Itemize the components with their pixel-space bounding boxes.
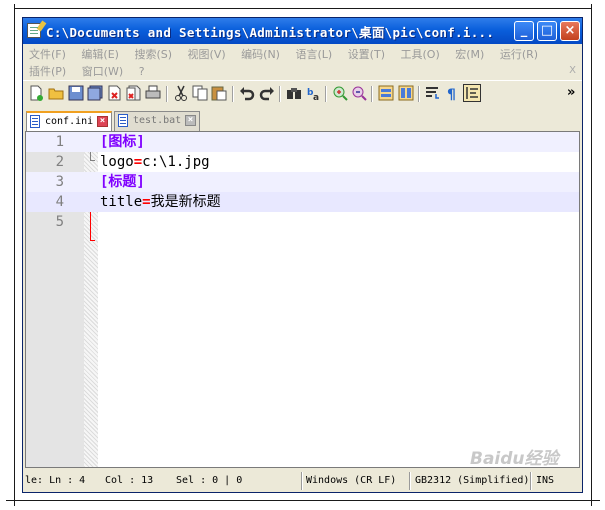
status-separator bbox=[409, 472, 411, 490]
file-icon bbox=[118, 114, 128, 127]
ini-equals: = bbox=[133, 154, 143, 170]
status-eol: Windows (CR LF) bbox=[306, 475, 397, 486]
undo-icon[interactable] bbox=[239, 85, 255, 101]
open-file-icon[interactable] bbox=[48, 85, 64, 101]
status-position: le: Ln : 4 bbox=[25, 475, 86, 486]
menu-run[interactable]: 运行(R) bbox=[500, 46, 538, 62]
close-button[interactable]: × bbox=[560, 21, 580, 41]
toolbar-separator bbox=[418, 86, 420, 102]
window-title: C:\Documents and Settings\Administrator\… bbox=[46, 25, 495, 40]
save-icon[interactable] bbox=[68, 85, 84, 101]
code-line: 2 logo=c:\1.jpg bbox=[26, 152, 579, 172]
zoom-in-icon[interactable] bbox=[332, 85, 348, 101]
maximize-button[interactable]: □ bbox=[537, 21, 557, 41]
redo-icon[interactable] bbox=[259, 85, 275, 101]
code-line: 1 [图标] bbox=[26, 132, 579, 152]
status-column: Col : 13 bbox=[105, 475, 154, 486]
line-number: 4 bbox=[55, 194, 64, 210]
toolbar: ba ¶ » bbox=[23, 80, 582, 107]
section-header: [标题] bbox=[100, 174, 145, 190]
svg-text:a: a bbox=[313, 93, 319, 101]
menu-language[interactable]: 语言(L) bbox=[295, 46, 332, 62]
frame-bottom-line bbox=[6, 500, 600, 501]
menu-row-1: 文件(F) 编辑(E) 搜索(S) 视图(V) 编码(N) 语言(L) 设置(T… bbox=[29, 46, 550, 63]
toolbar-separator bbox=[279, 86, 281, 102]
menu-bar: 文件(F) 编辑(E) 搜索(S) 视图(V) 编码(N) 语言(L) 设置(T… bbox=[23, 44, 582, 80]
toolbar-separator bbox=[325, 86, 327, 102]
line-number: 1 bbox=[55, 134, 64, 150]
line-number: 5 bbox=[55, 214, 64, 230]
menu-close-document[interactable]: X bbox=[569, 65, 576, 76]
ini-key: logo bbox=[100, 154, 134, 170]
close-icon[interactable] bbox=[106, 85, 122, 101]
tab-label: test.bat bbox=[133, 115, 182, 126]
menu-row-2: 插件(P) 窗口(W) ? bbox=[29, 63, 157, 80]
menu-plugins[interactable]: 插件(P) bbox=[29, 63, 66, 79]
status-separator bbox=[530, 472, 532, 490]
sync-horizontal-icon[interactable] bbox=[398, 85, 414, 101]
toolbar-separator bbox=[371, 86, 373, 102]
paste-icon[interactable] bbox=[211, 85, 227, 101]
svg-text:¶: ¶ bbox=[447, 87, 456, 101]
frame-right-line bbox=[591, 4, 592, 506]
new-file-icon[interactable] bbox=[28, 85, 44, 101]
menu-view[interactable]: 视图(V) bbox=[188, 46, 226, 62]
find-icon[interactable] bbox=[286, 85, 302, 101]
menu-macro[interactable]: 宏(M) bbox=[455, 46, 484, 62]
code-line: 5 bbox=[26, 212, 579, 232]
word-wrap-icon[interactable] bbox=[425, 85, 441, 101]
menu-edit[interactable]: 编辑(E) bbox=[81, 46, 119, 62]
section-header: [图标] bbox=[100, 134, 145, 150]
show-all-characters-icon[interactable]: ¶ bbox=[444, 85, 460, 101]
ini-key: title bbox=[100, 194, 143, 210]
notepad-window: C:\Documents and Settings\Administrator\… bbox=[22, 17, 583, 493]
menu-encoding[interactable]: 编码(N) bbox=[241, 46, 280, 62]
tab-conf-ini[interactable]: conf.ini × bbox=[26, 111, 112, 131]
status-selection: Sel : 0 | 0 bbox=[176, 475, 243, 486]
print-icon[interactable] bbox=[145, 85, 161, 101]
ini-value: 我是新标题 bbox=[150, 194, 221, 210]
tab-close-icon[interactable]: × bbox=[185, 115, 196, 126]
cut-icon[interactable] bbox=[173, 85, 189, 101]
menu-settings[interactable]: 设置(T) bbox=[348, 46, 385, 62]
status-encoding: GB2312 (Simplified) bbox=[415, 475, 530, 486]
text-editor[interactable]: 1 [图标] 2 logo=c:\1.jpg 3 [标题] 4 title=我是… bbox=[25, 131, 580, 468]
ini-equals: = bbox=[142, 194, 151, 210]
frame-left-line bbox=[14, 4, 15, 506]
toolbar-overflow-chevron-icon[interactable]: » bbox=[567, 85, 575, 100]
sync-vertical-icon[interactable] bbox=[378, 85, 394, 101]
code-line: 3 [标题] bbox=[26, 172, 579, 192]
tab-test-bat[interactable]: test.bat × bbox=[114, 111, 200, 131]
title-bar[interactable]: C:\Documents and Settings\Administrator\… bbox=[23, 18, 582, 44]
code-line-current: 4 title=我是新标题 bbox=[26, 192, 579, 212]
minimize-button[interactable]: _ bbox=[514, 21, 534, 41]
notepad-app-icon bbox=[27, 20, 47, 38]
copy-icon[interactable] bbox=[192, 85, 208, 101]
tab-strip: conf.ini × test.bat × bbox=[23, 107, 582, 131]
toolbar-separator bbox=[232, 86, 234, 102]
tab-close-icon[interactable]: × bbox=[97, 116, 108, 127]
indent-guide-icon[interactable] bbox=[463, 84, 481, 102]
status-bar: le: Ln : 4 Col : 13 Sel : 0 | 0 Windows … bbox=[23, 470, 582, 492]
line-number: 3 bbox=[55, 174, 64, 190]
menu-tools[interactable]: 工具(O) bbox=[401, 46, 440, 62]
ini-value: c:\1.jpg bbox=[142, 154, 210, 170]
menu-search[interactable]: 搜索(S) bbox=[134, 46, 172, 62]
toolbar-separator bbox=[166, 86, 168, 102]
close-all-icon[interactable] bbox=[125, 85, 141, 101]
status-separator bbox=[301, 472, 303, 490]
menu-window[interactable]: 窗口(W) bbox=[82, 63, 123, 79]
tab-label: conf.ini bbox=[45, 116, 94, 127]
frame-top-line bbox=[14, 8, 592, 9]
line-number: 2 bbox=[55, 154, 64, 170]
baidu-watermark: Baidu经验 bbox=[470, 449, 559, 469]
menu-help[interactable]: ? bbox=[139, 65, 145, 78]
zoom-out-icon[interactable] bbox=[351, 85, 367, 101]
file-icon bbox=[30, 115, 40, 128]
fold-end bbox=[90, 240, 95, 241]
replace-icon[interactable]: ba bbox=[306, 85, 322, 101]
status-insert-mode: INS bbox=[536, 475, 555, 486]
save-all-icon[interactable] bbox=[87, 85, 103, 101]
menu-file[interactable]: 文件(F) bbox=[29, 46, 66, 62]
